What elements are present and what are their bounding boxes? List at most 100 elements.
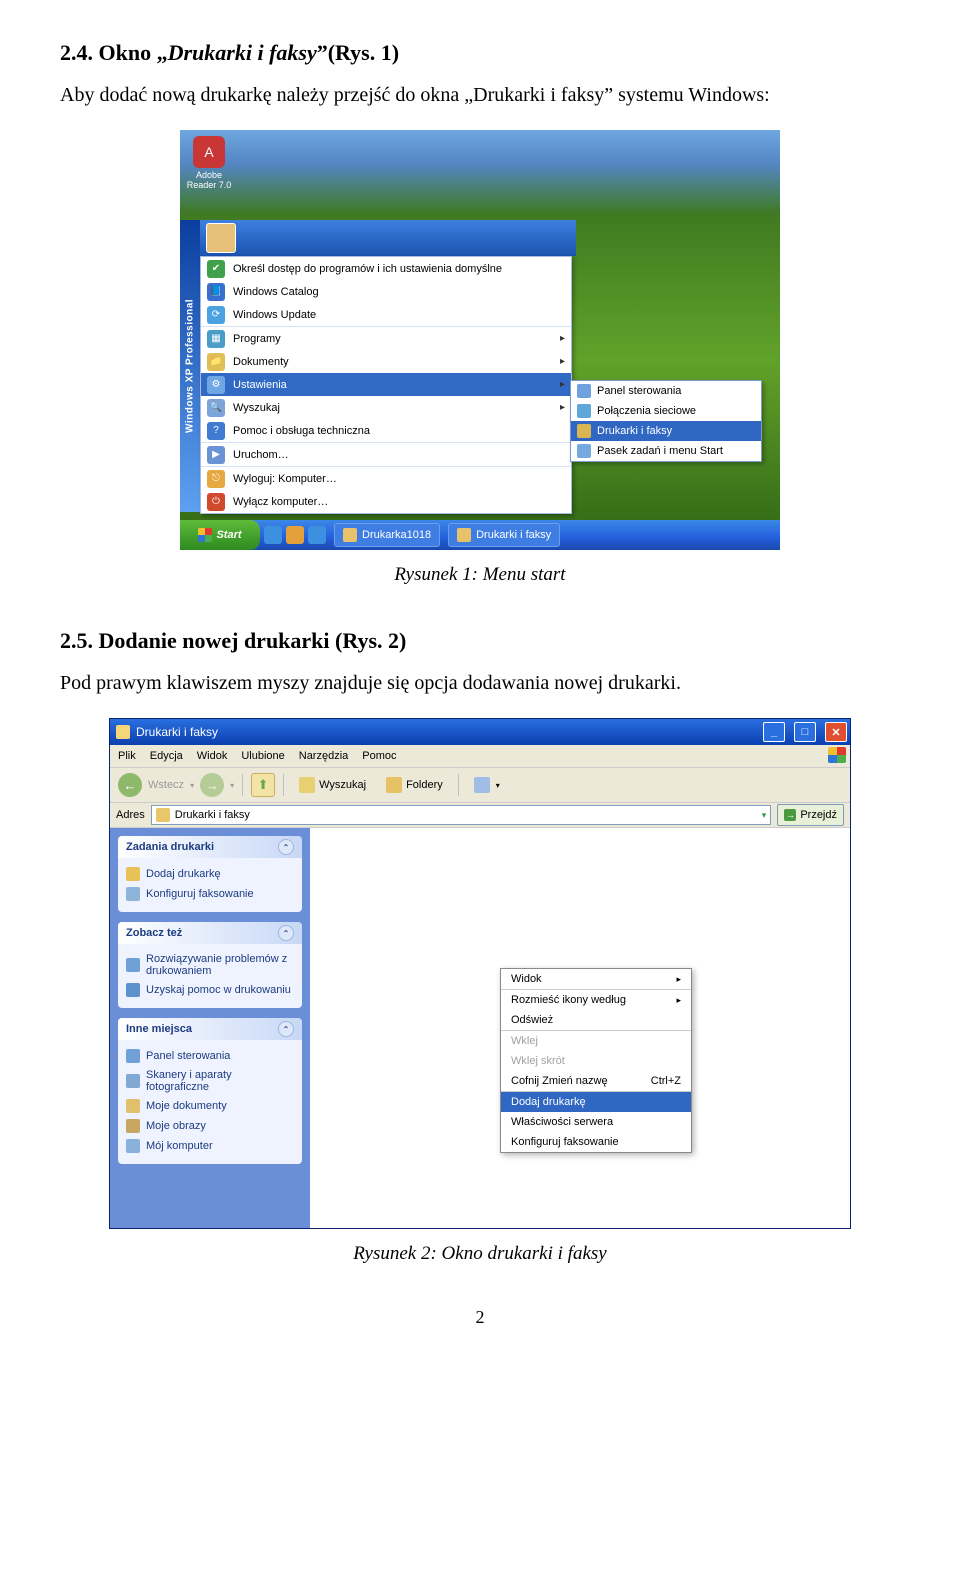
submenu-arrow-icon: ▸ (676, 995, 681, 1006)
context-menu-item[interactable]: Cofnij Zmień nazwęCtrl+Z (501, 1071, 691, 1091)
menubar-item[interactable]: Ulubione (241, 750, 284, 762)
start-menu-item[interactable]: ⎋Wyloguj: Komputer… (201, 466, 571, 490)
side-panel-body: Panel sterowania Skanery i aparaty fotogr… (118, 1040, 302, 1164)
adobe-reader-icon: A (193, 136, 225, 168)
menubar-item[interactable]: Plik (118, 750, 136, 762)
context-item-label: Odśwież (511, 1014, 553, 1026)
side-panel-header[interactable]: Inne miejsca⌃ (118, 1018, 302, 1040)
menu-item-label: Pomoc i obsługa techniczna (233, 425, 370, 437)
context-item-label: Wklej skrót (511, 1055, 565, 1067)
side-panel-link[interactable]: Skanery i aparaty fotograficzne (126, 1066, 294, 1096)
views-button[interactable]: ▾ (467, 772, 507, 798)
up-button[interactable]: ⬆ (251, 773, 275, 797)
start-menu-item[interactable]: ?Pomoc i obsługa techniczna (201, 419, 571, 442)
side-panel-link[interactable]: Uzyskaj pomoc w drukowaniu (126, 980, 294, 1000)
side-link-icon (126, 1139, 140, 1153)
context-item-label: Wklej (511, 1035, 538, 1047)
context-menu-item[interactable]: Odśwież (501, 1010, 691, 1030)
forward-dropdown-icon[interactable]: ▾ (230, 781, 234, 790)
menubar-item[interactable]: Widok (197, 750, 228, 762)
side-panel-link[interactable]: Moje dokumenty (126, 1096, 294, 1116)
views-icon (474, 777, 490, 793)
menu-item-icon: ⎋ (207, 470, 225, 488)
address-dropdown-icon[interactable]: ▾ (762, 810, 767, 821)
collapse-chevron-icon[interactable]: ⌃ (278, 1021, 294, 1037)
submenu-item[interactable]: Połączenia sieciowe (571, 401, 761, 421)
submenu-item-label: Panel sterowania (597, 385, 681, 397)
start-button[interactable]: Start (180, 520, 260, 550)
side-panel-link[interactable]: Mój komputer (126, 1136, 294, 1156)
start-menu-item[interactable]: ✔Określ dostęp do programów i ich ustawi… (201, 257, 571, 280)
address-folder-icon (156, 808, 170, 822)
go-label: Przejdź (800, 809, 837, 821)
start-menu-item[interactable]: ▦Programy▸ (201, 326, 571, 350)
address-field[interactable]: Drukarki i faksy ▾ (151, 805, 772, 825)
menubar-item[interactable]: Edycja (150, 750, 183, 762)
quicklaunch-ie-icon[interactable] (264, 526, 282, 544)
quicklaunch-media-icon[interactable] (286, 526, 304, 544)
start-menu-item[interactable]: ⟳Windows Update (201, 303, 571, 326)
start-menu-item[interactable]: ⚙Ustawienia▸ (201, 373, 571, 396)
taskbar-item-icon (457, 528, 471, 542)
side-link-label: Dodaj drukarkę (146, 868, 221, 880)
collapse-chevron-icon[interactable]: ⌃ (278, 839, 294, 855)
start-menu-item[interactable]: 🔍Wyszukaj▸ (201, 396, 571, 419)
side-panel-link[interactable]: Panel sterowania (126, 1046, 294, 1066)
start-menu-item[interactable]: ⏻Wyłącz komputer… (201, 490, 571, 513)
submenu-item[interactable]: Drukarki i faksy (571, 421, 761, 441)
start-menu-item[interactable]: 📘Windows Catalog (201, 280, 571, 303)
collapse-chevron-icon[interactable]: ⌃ (278, 925, 294, 941)
side-link-icon (126, 983, 140, 997)
sec-prefix: Okno „ (99, 40, 168, 65)
back-dropdown-icon[interactable]: ▾ (190, 781, 194, 790)
context-menu-item[interactable]: Rozmieść ikony według▸ (501, 989, 691, 1010)
context-menu: Widok▸Rozmieść ikony według▸ Odśwież Wklej… (500, 968, 692, 1153)
menubar-item[interactable]: Narzędzia (299, 750, 349, 762)
back-button[interactable]: ← (118, 773, 142, 797)
quicklaunch-outlook-icon[interactable] (308, 526, 326, 544)
forward-button[interactable]: → (200, 773, 224, 797)
desktop-icon-adobe[interactable]: A Adobe Reader 7.0 (186, 136, 232, 190)
submenu-arrow-icon: ▸ (560, 356, 565, 367)
side-panel-header[interactable]: Zadania drukarki⌃ (118, 836, 302, 858)
menubar-item[interactable]: Pomoc (362, 750, 396, 762)
side-link-label: Konfiguruj faksowanie (146, 888, 254, 900)
menu-bar: Plik Edycja Widok Ulubione Narzędzia Pomoc (110, 745, 850, 768)
side-link-label: Panel sterowania (146, 1050, 230, 1062)
context-menu-item[interactable]: Widok▸ (501, 969, 691, 989)
context-menu-item[interactable]: Właściwości serwera (501, 1112, 691, 1132)
side-panel-header[interactable]: Zobacz też⌃ (118, 922, 302, 944)
submenu-item-label: Połączenia sieciowe (597, 405, 696, 417)
search-button[interactable]: Wyszukaj (292, 772, 373, 798)
taskbar-item[interactable]: Drukarki i faksy (448, 523, 560, 547)
side-link-label: Mój komputer (146, 1140, 213, 1152)
window-minimize-button[interactable]: _ (763, 722, 785, 742)
go-button[interactable]: → Przejdź (777, 804, 844, 826)
taskbar-item[interactable]: Drukarka1018 (334, 523, 440, 547)
submenu-item[interactable]: Pasek zadań i menu Start (571, 441, 761, 461)
context-item-label: Właściwości serwera (511, 1116, 613, 1128)
side-panel-link[interactable]: Dodaj drukarkę (126, 864, 294, 884)
context-menu-item[interactable]: Konfiguruj faksowanie (501, 1132, 691, 1152)
side-link-icon (126, 1074, 140, 1088)
window-maximize-button[interactable]: □ (794, 722, 816, 742)
folders-button[interactable]: Foldery (379, 772, 450, 798)
main-content-area[interactable]: Widok▸Rozmieść ikony według▸ Odśwież Wklej… (310, 828, 850, 1228)
start-menu-item[interactable]: 📁Dokumenty▸ (201, 350, 571, 373)
side-panel-link[interactable]: Moje obrazy (126, 1116, 294, 1136)
side-panel-link[interactable]: Rozwiązywanie problemów z drukowaniem (126, 950, 294, 980)
submenu-item[interactable]: Panel sterowania (571, 381, 761, 401)
go-arrow-icon: → (784, 809, 796, 821)
menu-item-icon: ⟳ (207, 306, 225, 324)
context-menu-item[interactable]: Dodaj drukarkę (501, 1091, 691, 1112)
xp-vertical-brand: Windows XP Professional (180, 220, 200, 512)
start-menu-item[interactable]: ▶Uruchom… (201, 442, 571, 466)
submenu-arrow-icon: ▸ (560, 402, 565, 413)
menu-item-icon: 📘 (207, 283, 225, 301)
side-panel-link[interactable]: Konfiguruj faksowanie (126, 884, 294, 904)
windows-flag-icon (198, 528, 212, 542)
menu-item-icon: ✔ (207, 260, 225, 278)
context-item-label: Konfiguruj faksowanie (511, 1136, 619, 1148)
window-close-button[interactable]: ✕ (825, 722, 847, 742)
start-menu-column: ✔Określ dostęp do programów i ich ustawi… (200, 256, 572, 514)
